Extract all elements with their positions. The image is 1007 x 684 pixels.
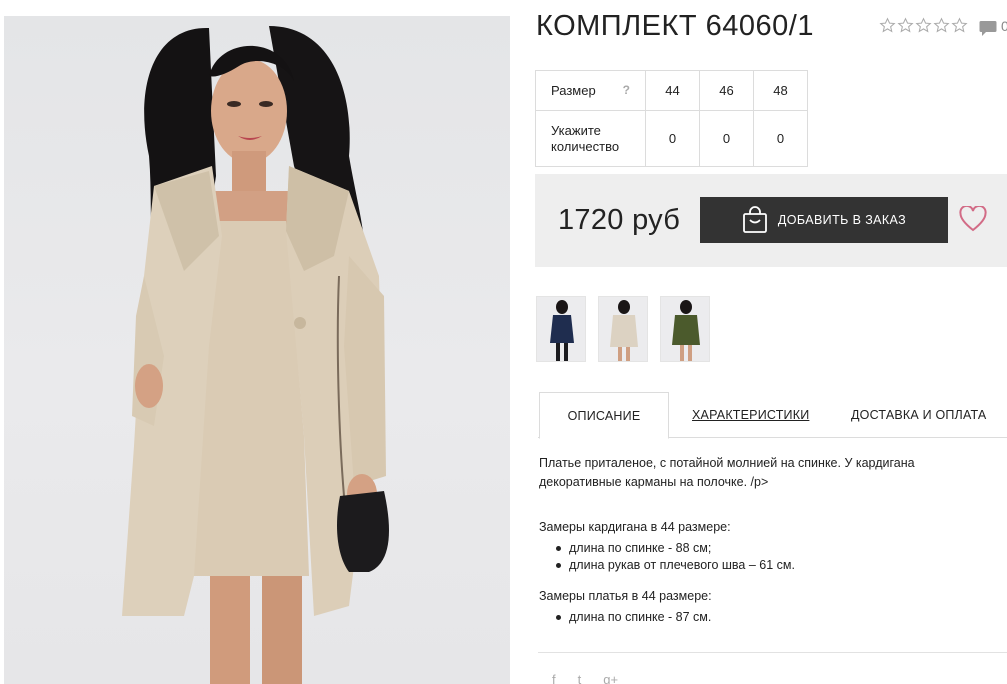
- add-to-order-label: ДОБАВИТЬ В ЗАКАЗ: [777, 213, 907, 227]
- size-row: Размер ? 44 46 48: [535, 70, 808, 111]
- quantity-label-line1: Укажите: [551, 122, 601, 138]
- description-intro-line2: декоративные карманы на полочке. /p>: [539, 475, 769, 489]
- size-help-icon[interactable]: ?: [623, 83, 630, 97]
- tab-specifications[interactable]: ХАРАКТЕРИСТИКИ: [692, 392, 809, 438]
- thumbnail-beige-illustration: [610, 300, 638, 361]
- product-title: КОМПЛЕКТ 64060/1: [536, 10, 814, 42]
- comment-count[interactable]: 0: [1001, 18, 1007, 34]
- dress-heading: Замеры платья в 44 размере:: [539, 589, 712, 603]
- social-share: f t g+: [552, 672, 618, 684]
- thumbnail-navy-illustration: [550, 300, 574, 361]
- cardigan-heading: Замеры кардигана в 44 размере:: [539, 520, 731, 534]
- product-main-photo[interactable]: [4, 16, 510, 684]
- thumbnail-olive[interactable]: [660, 296, 710, 362]
- quantity-input-48[interactable]: 0: [753, 110, 808, 167]
- thumbnail-beige[interactable]: [598, 296, 648, 362]
- twitter-icon[interactable]: t: [578, 672, 582, 684]
- dress-list: длина по спинке - 87 см.: [539, 609, 999, 626]
- star-empty-icon[interactable]: [879, 17, 896, 34]
- thumbnail-navy[interactable]: [536, 296, 586, 362]
- list-item: длина рукав от плечевого шва – 61 см.: [539, 557, 999, 574]
- rating-stars[interactable]: [879, 17, 968, 34]
- quantity-input-46[interactable]: 0: [699, 110, 754, 167]
- product-tabs: ОПИСАНИЕ ХАРАКТЕРИСТИКИ ДОСТАВКА И ОПЛАТ…: [538, 392, 1007, 439]
- color-thumbnails: [536, 296, 710, 362]
- size-48: 48: [753, 70, 808, 111]
- cardigan-list: длина по спинке - 88 см; длина рукав от …: [539, 540, 999, 574]
- star-empty-icon[interactable]: [951, 17, 968, 34]
- tab-delivery-payment[interactable]: ДОСТАВКА И ОПЛАТА: [851, 392, 986, 438]
- divider: [538, 652, 1007, 653]
- cardigan-measurements: Замеры кардигана в 44 размере: длина по …: [539, 518, 999, 574]
- description-content: Платье приталеное, с потайной молнией на…: [539, 454, 999, 626]
- quantity-input-44[interactable]: 0: [645, 110, 700, 167]
- size-label-cell: Размер ?: [535, 70, 646, 111]
- list-item: длина по спинке - 88 см;: [539, 540, 999, 557]
- size-46: 46: [699, 70, 754, 111]
- heart-icon[interactable]: [959, 206, 987, 232]
- quantity-label-line2: количество: [551, 138, 620, 154]
- buy-box: 1720 руб ДОБАВИТЬ В ЗАКАЗ: [535, 174, 1007, 267]
- star-empty-icon[interactable]: [897, 17, 914, 34]
- size-44: 44: [645, 70, 700, 111]
- tab-description[interactable]: ОПИСАНИЕ: [539, 392, 669, 439]
- comment-icon[interactable]: [979, 20, 997, 37]
- list-item: длина по спинке - 87 см.: [539, 609, 999, 626]
- product-price: 1720 руб: [558, 204, 681, 236]
- dress-measurements: Замеры платья в 44 размере: длина по спи…: [539, 587, 999, 626]
- facebook-icon[interactable]: f: [552, 672, 556, 684]
- googleplus-icon[interactable]: g+: [603, 672, 618, 684]
- thumbnail-olive-illustration: [672, 300, 700, 361]
- size-quantity-table: Размер ? 44 46 48 Укажите количество 0 0…: [535, 70, 808, 167]
- quantity-label-cell: Укажите количество: [535, 110, 646, 167]
- quantity-row: Укажите количество 0 0 0: [535, 110, 808, 167]
- size-label: Размер: [551, 83, 596, 98]
- star-empty-icon[interactable]: [933, 17, 950, 34]
- star-empty-icon[interactable]: [915, 17, 932, 34]
- add-to-order-button[interactable]: ДОБАВИТЬ В ЗАКАЗ: [700, 197, 948, 243]
- shopping-bag-icon: [742, 206, 767, 233]
- description-intro-line1: Платье приталеное, с потайной молнией на…: [539, 456, 915, 470]
- model-photo-illustration: [122, 26, 389, 684]
